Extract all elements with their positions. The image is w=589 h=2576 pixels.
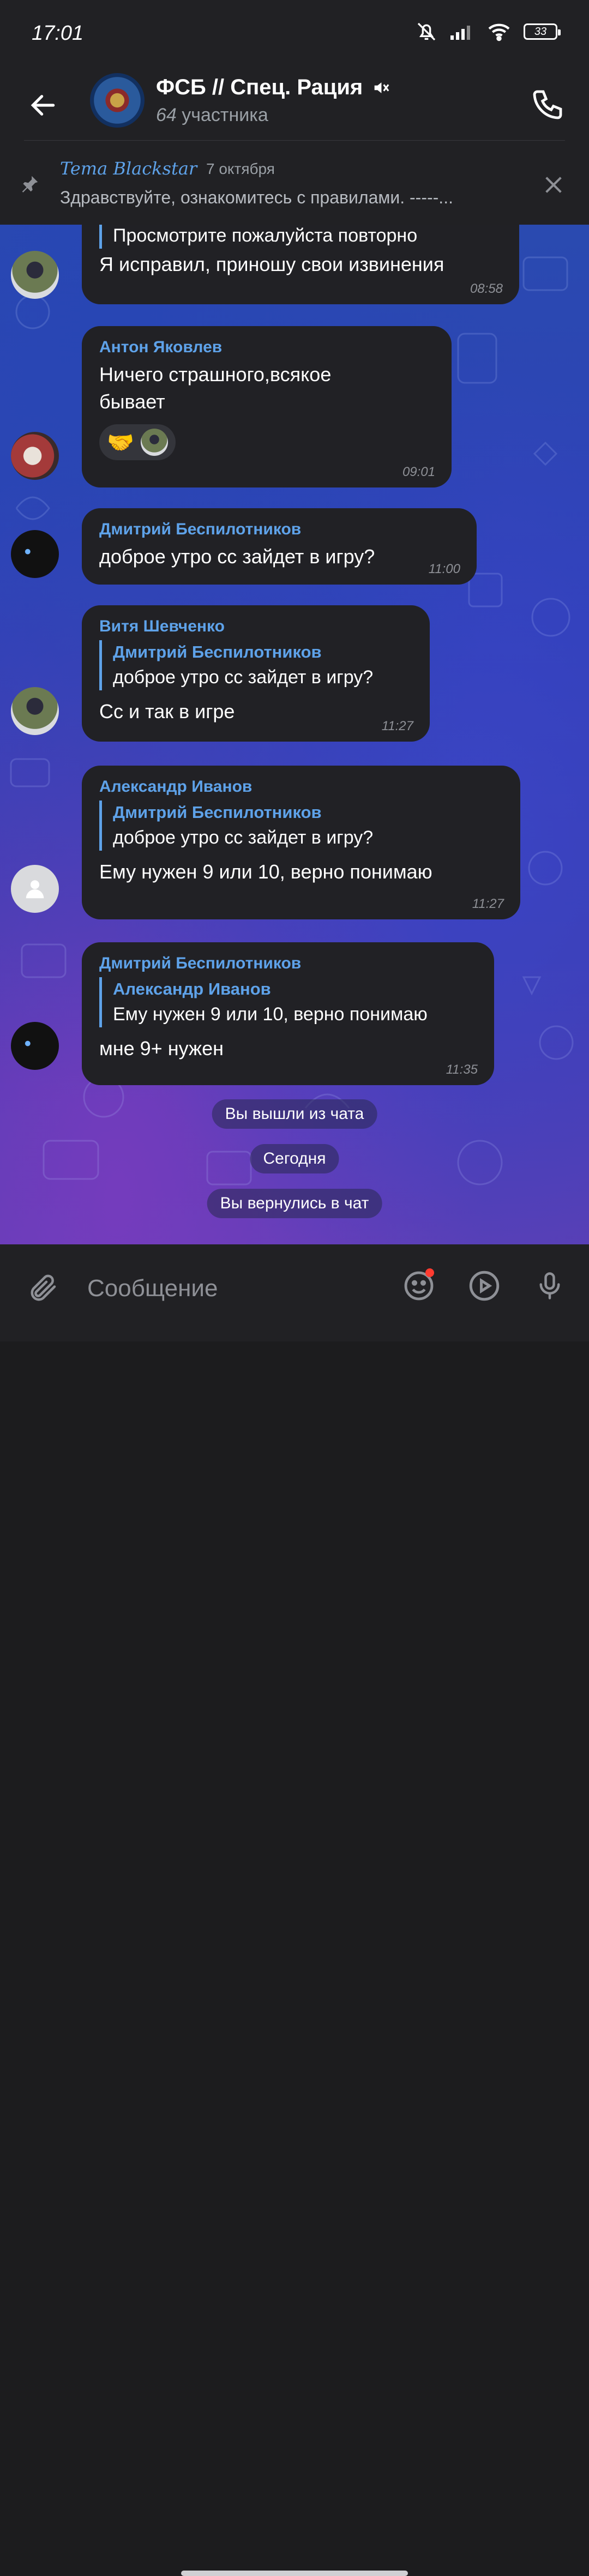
- message-text: Ему нужен 9 или 10, верно понимаю: [99, 860, 432, 883]
- user-icon: [26, 880, 44, 899]
- microphone-icon: [539, 1272, 560, 1299]
- group-avatar[interactable]: [90, 73, 145, 128]
- service-message-left: Вы вышли из чата: [212, 1099, 377, 1129]
- reply-quote[interactable]: Дмитрий Беспилотников доброе утро сс зай…: [99, 640, 412, 690]
- sender-name: Дмитрий Беспилотников: [99, 954, 302, 972]
- reply-name: Дмитрий Беспилотников: [113, 642, 322, 661]
- play-circle-icon: [469, 1271, 500, 1301]
- handshake-icon: 🤝: [107, 430, 134, 455]
- composer: [0, 1244, 589, 2576]
- reply-quote[interactable]: Просмотрите пожалуйста повторно: [99, 225, 502, 249]
- pin-icon: [22, 176, 38, 192]
- reply-name: Дмитрий Беспилотников: [113, 803, 322, 822]
- member-count: 64: [156, 105, 177, 125]
- avatar[interactable]: [11, 1022, 59, 1070]
- reply-quote[interactable]: Дмитрий Беспилотников доброе утро сс зай…: [99, 801, 503, 851]
- attach-button[interactable]: [22, 1266, 65, 1310]
- reply-text: доброе утро сс зайдет в игру?: [113, 667, 374, 688]
- message-text: Я исправил, приношу свои извинения: [99, 253, 444, 275]
- message-text: Сс и так в игре: [99, 700, 235, 723]
- pinned-author: Tema Blackstar: [60, 158, 197, 179]
- chat-header: ФСБ // Спец. Рация 64 участника: [0, 71, 589, 141]
- message-time: 11:27: [381, 719, 413, 733]
- phone-icon: [533, 90, 562, 119]
- message-time: 11:35: [446, 1062, 478, 1077]
- wifi-icon: [488, 23, 510, 41]
- message-time: 11:00: [428, 562, 460, 576]
- avatar[interactable]: [11, 687, 59, 735]
- reply-text: доброе утро сс зайдет в игру?: [113, 827, 374, 848]
- mute-icon: [374, 82, 389, 93]
- message-input[interactable]: [86, 1266, 372, 1311]
- message-time: 11:27: [472, 896, 504, 911]
- message-bubble[interactable]: Дмитрий Беспилотников Александр Иванов Е…: [82, 942, 494, 1085]
- emoji-button[interactable]: [397, 1264, 441, 1308]
- pinned-text: Здравствуйте, ознакомитесь с правилами. …: [60, 188, 453, 207]
- group-members: 64 участника: [156, 105, 268, 126]
- sender-name: Витя Шевченко: [99, 617, 225, 635]
- sender-name: Александр Иванов: [99, 778, 253, 796]
- reactor-avatar: [140, 429, 168, 456]
- sender-name: Дмитрий Беспилотников: [99, 520, 302, 538]
- message-text: доброе утро сс зайдет в игру?: [99, 545, 375, 568]
- message-bubble[interactable]: Антон Яковлев Ничего страшного,всякое бы…: [82, 326, 452, 487]
- date-separator: Сегодня: [250, 1144, 339, 1173]
- reply-text: Ему нужен 9 или 10, верно понимаю: [113, 1004, 428, 1025]
- group-title[interactable]: ФСБ // Спец. Рация: [156, 75, 390, 100]
- service-message-returned: Вы вернулись в чат: [207, 1189, 382, 1218]
- home-indicator[interactable]: [181, 2571, 408, 2576]
- notification-dot: [425, 1268, 434, 1277]
- status-icons: 33: [416, 21, 561, 43]
- reply-name: Александр Иванов: [113, 979, 271, 998]
- video-message-button[interactable]: [462, 1264, 506, 1308]
- call-button[interactable]: [526, 83, 569, 127]
- bell-off-icon: [417, 22, 436, 41]
- message-time: 09:01: [402, 465, 435, 479]
- message-text: Ничего страшного,всякое бывает: [99, 363, 332, 413]
- reaction-chip[interactable]: 🤝: [99, 424, 176, 460]
- member-label: участника: [182, 105, 268, 125]
- chat-area[interactable]: Просмотрите пожалуйста повторно Я исправ…: [0, 225, 589, 1244]
- signal-icon: [450, 26, 470, 40]
- message-bubble[interactable]: Дмитрий Беспилотников доброе утро сс зай…: [82, 508, 477, 585]
- reply-text: Просмотрите пожалуйста повторно: [113, 225, 418, 246]
- avatar[interactable]: [11, 530, 59, 578]
- message-time: 08:58: [470, 281, 503, 296]
- close-pinned-button[interactable]: [540, 171, 567, 198]
- message-bubble[interactable]: Витя Шевченко Дмитрий Беспилотников добр…: [82, 605, 430, 742]
- group-title-text: ФСБ // Спец. Рация: [156, 75, 363, 99]
- avatar[interactable]: [11, 251, 59, 299]
- sender-name: Антон Яковлев: [99, 338, 223, 356]
- voice-message-button[interactable]: [528, 1264, 572, 1308]
- status-bar: 17:01 33: [0, 0, 589, 71]
- pinned-date: 7 октября: [206, 160, 275, 177]
- battery-indicator: 33: [524, 23, 561, 40]
- back-button[interactable]: [24, 86, 62, 124]
- arrow-left-icon: [31, 95, 55, 116]
- message-text: мне 9+ нужен: [99, 1037, 224, 1060]
- status-time: 17:01: [32, 22, 84, 45]
- close-icon: [545, 177, 562, 193]
- reply-quote[interactable]: Александр Иванов Ему нужен 9 или 10, вер…: [99, 977, 477, 1027]
- message-bubble[interactable]: Просмотрите пожалуйста повторно Я исправ…: [82, 225, 519, 304]
- avatar[interactable]: [11, 432, 59, 480]
- avatar[interactable]: [11, 865, 59, 913]
- paperclip-icon: [31, 1274, 56, 1301]
- message-bubble[interactable]: Александр Иванов Дмитрий Беспилотников д…: [82, 766, 520, 919]
- pinned-message[interactable]: Tema Blackstar 7 октября Здравствуйте, о…: [0, 141, 589, 225]
